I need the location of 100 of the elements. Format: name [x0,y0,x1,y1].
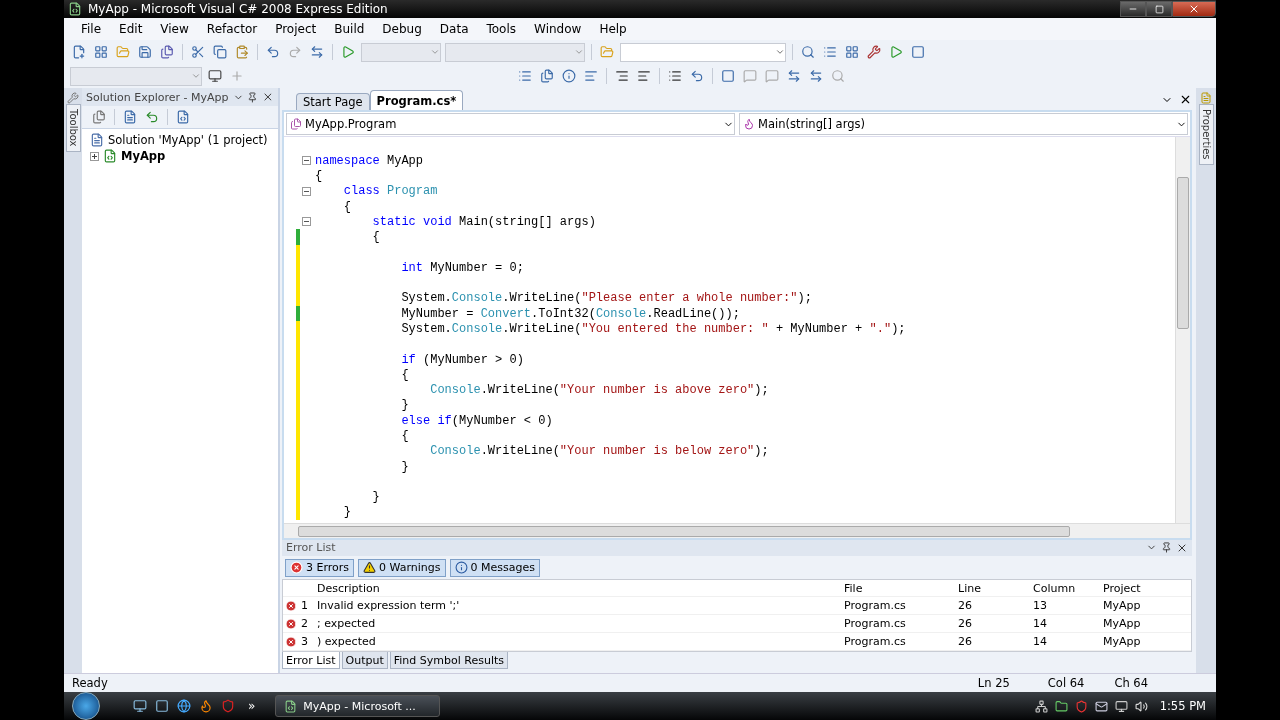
code-line: int MyNumber = 0; [400,260,524,275]
status-text: Ready [72,676,109,690]
pin-icon[interactable] [1161,542,1172,554]
desktop-icon[interactable] [132,698,148,714]
search-icon[interactable] [799,43,817,61]
filter-toggle[interactable]: 0 Warnings [358,558,446,577]
taskbar-button[interactable]: MyApp - Microsoft ... [275,695,441,717]
expand-icon[interactable] [90,151,99,161]
project-icon [103,149,117,163]
copy-icon[interactable] [211,43,229,61]
type-dropdown[interactable]: MyApp.Program [286,113,735,135]
document-tab[interactable]: Start Page [296,93,370,110]
code-line: } [400,398,409,413]
table-cell-text: 26 [957,617,973,631]
toolbox-icon [67,92,79,104]
document-tab[interactable]: Program.cs* [369,90,464,110]
filter-toggle[interactable]: 3 Errors [285,558,355,577]
column-header[interactable]: Project [1099,581,1191,595]
tree-item[interactable]: MyApp [121,149,166,163]
close-icon[interactable] [1179,93,1192,106]
caret-icon [191,71,201,81]
network-icon[interactable] [1033,698,1050,714]
caret-icon [574,47,584,57]
table-cell-text: MyApp [1102,635,1142,649]
table-cell-text: 26 [957,599,973,613]
menu-item[interactable]: Build [325,22,374,36]
code-line: { [400,367,409,382]
maximize-icon [1154,4,1164,14]
shield-icon[interactable] [220,698,236,714]
collapse-icon[interactable] [302,217,311,227]
menu-item[interactable]: Data [430,22,478,36]
code-line: if (MyNumber > 0) [400,352,524,367]
table-cell-text: MyApp [1102,599,1142,613]
column-header[interactable]: Line [954,581,1029,595]
start-button[interactable] [72,692,100,720]
menu-item[interactable]: Refactor [197,22,267,36]
menu-item[interactable]: Edit [110,22,152,36]
table-cell-text: 13 [1032,599,1048,613]
row-number: 1 [301,599,308,613]
row-number: 2 [301,617,308,631]
column-header[interactable]: File [840,581,954,595]
panel-tab[interactable]: Error List [282,652,340,670]
code-line: } [371,490,380,505]
menu-item[interactable]: Project [266,22,326,36]
menu-item[interactable]: File [72,22,111,36]
code-line: System.Console.WriteLine("Please enter a whole number:"); [400,291,812,306]
vertical-scrollbar[interactable] [1175,137,1190,523]
code-line: } [400,459,409,474]
collapse-icon[interactable] [302,156,311,166]
window-icon[interactable] [909,43,927,61]
minimize-button[interactable] [1120,1,1146,17]
panel-tab[interactable]: Find Symbol Results [389,652,508,670]
filter-toggle[interactable]: 0 Messages [449,558,540,577]
folder-icon[interactable] [1053,698,1070,714]
code-line: { [400,429,409,443]
column-header[interactable]: Description [313,581,840,595]
code-line: Console.WriteLine("Your number is above zero"); [429,383,769,398]
quick-info-icon[interactable] [560,67,578,85]
maximize-button[interactable] [1146,1,1172,17]
toolbox-tab[interactable]: Toolbox [65,104,81,152]
overflow-chevron[interactable]: » [248,699,256,713]
tools-icon[interactable] [865,43,883,61]
caret-icon [775,47,785,57]
table-cell-text: Program.cs [843,599,907,613]
browser-icon[interactable] [176,698,192,714]
column-header[interactable]: Column [1029,581,1099,595]
table-cell-text: MyApp [1102,617,1142,631]
menu-item[interactable]: Tools [477,22,526,36]
code-line: class Program [342,184,438,199]
flame-icon[interactable] [198,698,214,714]
table-cell-text: 14 [1032,617,1048,631]
status-column: Col 64 [1047,676,1085,690]
code-line: static void Main(string[] args) [371,214,596,229]
save-icon[interactable] [136,43,154,61]
code-line: namespace MyApp [315,153,424,168]
menu-item[interactable]: Debug [373,22,431,36]
tree-item[interactable]: Solution 'MyApp' (1 project) [108,133,268,147]
code-line: } [342,505,351,520]
app-icon [68,2,82,16]
code-line: Console.WriteLine("Your number is below zero"); [429,444,769,459]
table-cell-text: 14 [1032,635,1048,649]
status-char: Ch 64 [1114,676,1148,690]
code-line: { [315,168,323,183]
close-icon [1188,3,1200,15]
member-dropdown[interactable]: Main(string[] args) [739,113,1188,135]
menu-item[interactable]: Help [590,22,636,36]
collapse-icon[interactable] [302,186,311,196]
horizontal-scrollbar[interactable] [284,523,1190,538]
close-icon[interactable] [262,91,274,103]
monitor-icon[interactable] [206,67,224,85]
properties-tab[interactable]: Properties [1198,104,1214,165]
panel-title: Solution Explorer - MyApp [86,90,229,104]
pin-icon[interactable] [247,91,259,103]
status-line: Ln 25 [977,676,1010,690]
menu-item[interactable]: Window [525,22,591,36]
panel-tab[interactable]: Output [341,652,388,670]
code-line: else if(MyNumber < 0) [400,413,553,428]
monitor-icon[interactable] [1113,698,1130,714]
warning-icon [363,561,377,575]
menu-item[interactable]: View [151,22,198,36]
